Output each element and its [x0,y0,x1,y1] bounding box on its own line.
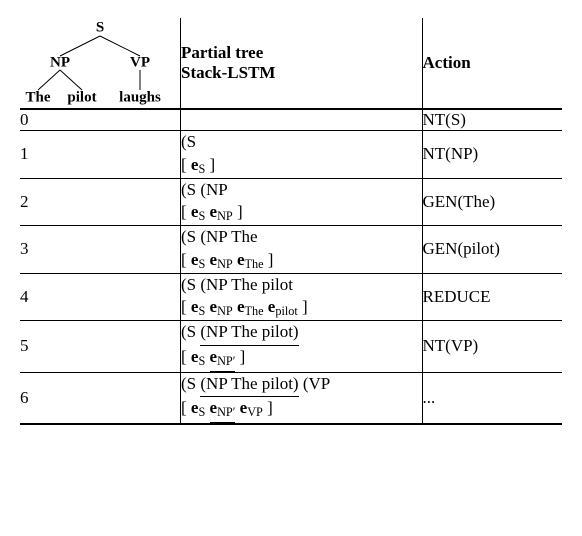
row-number: 3 [20,226,181,274]
action-cell: NT(VP) [422,321,562,373]
action-cell: NT(S) [422,109,562,131]
row-partial-stack: (S[ eS ] [181,131,423,179]
row-partial-stack: (S (NP The pilot[ eS eNP eThe epilot ] [181,273,423,321]
action-cell: REDUCE [422,273,562,321]
partial-tree-line: (S (NP The pilot [181,274,422,297]
partial-tree-line: (S [181,131,422,154]
stack-line: [ eS ] [181,154,422,178]
header-action: Action [422,18,562,109]
row-number: 4 [20,273,181,321]
partial-tree-line: (S (NP The [181,226,422,249]
action-cell: GEN(The) [422,178,562,226]
tree-node-s: S [96,20,104,37]
partial-tree-line: (S (NP The pilot) (VP [181,373,422,398]
partial-tree-line: (S (NP [181,179,422,202]
row-number: 2 [20,178,181,226]
tree-leaf-pilot: pilot [67,90,96,107]
row-number: 5 [20,321,181,373]
action-cell: NT(NP) [422,131,562,179]
action-cell: GEN(pilot) [422,226,562,274]
row-partial-stack: (S (NP[ eS eNP ] [181,178,423,226]
action-cell: ... [422,372,562,424]
parse-tree-diagram: S NP VP The pilot laughs [20,18,180,108]
row-partial-stack: (S (NP The pilot) (VP[ eS eNP′ eVP ] [181,372,423,424]
stack-line: [ eS eNP eThe epilot ] [181,296,422,320]
partial-tree-line: (S (NP The pilot) [181,321,422,346]
row-number: 0 [20,109,181,131]
row-number: 1 [20,131,181,179]
header-mid: Partial tree Stack-LSTM [181,18,423,109]
stack-line: [ eS eNP′ ] [181,346,422,372]
row-number: 6 [20,372,181,424]
stack-line: [ eS eNP ] [181,201,422,225]
header-tree-cell: S NP VP The pilot laughs [20,18,181,109]
stack-line: [ eS eNP′ eVP ] [181,397,422,423]
tree-leaf-laughs: laughs [119,90,161,107]
stack-line: [ eS eNP eThe ] [181,249,422,273]
tree-leaf-the: The [25,90,50,107]
tree-node-np: NP [50,55,70,72]
row-partial-stack: (S (NP The[ eS eNP eThe ] [181,226,423,274]
header-stack-lstm: Stack-LSTM [181,63,422,83]
row-partial-stack [181,109,423,131]
tree-node-vp: VP [130,55,150,72]
row-partial-stack: (S (NP The pilot)[ eS eNP′ ] [181,321,423,373]
header-partial-tree: Partial tree [181,43,422,63]
